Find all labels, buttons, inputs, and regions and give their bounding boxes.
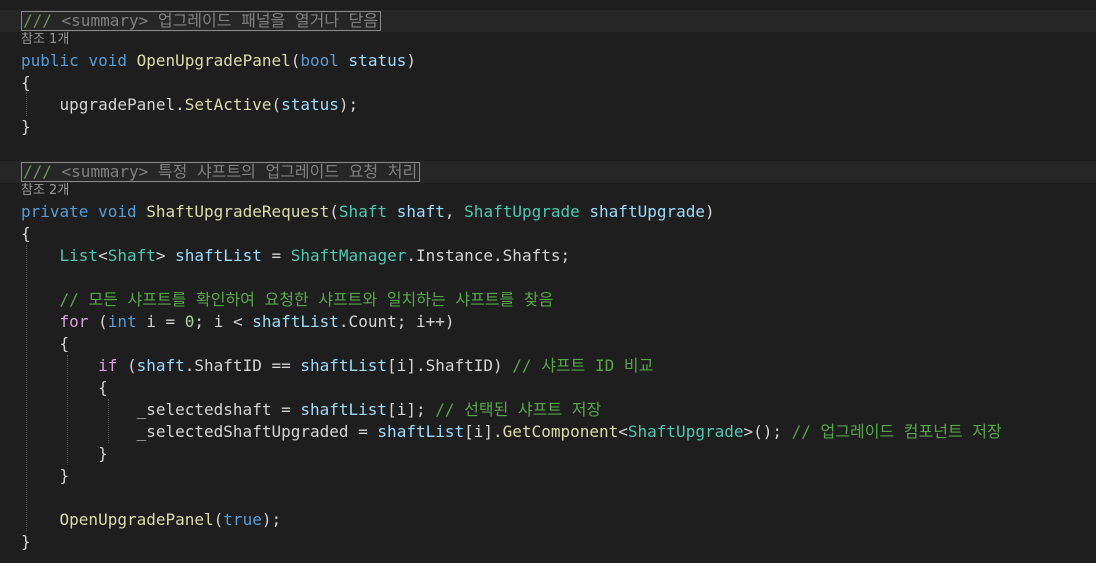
code-comment: // 모든 샤프트를 확인하여 요청한 샤프트와 일치하는 샤프트를 찾음 (59, 290, 554, 309)
code-line: List<Shaft> shaftList = ShaftManager.Ins… (21, 245, 571, 267)
method-call: OpenUpgradePanel (59, 510, 214, 529)
code-line: upgradePanel.SetActive(status); (21, 94, 359, 116)
brace-close: } (21, 465, 70, 487)
variable: shaftList (300, 400, 388, 419)
summary-text: <summary> 업그레이드 패널을 열거나 닫음 (51, 11, 379, 30)
references-codelens[interactable]: 참조 2개 (21, 183, 69, 199)
code-text: ; i < (194, 312, 253, 331)
code-comment: // 샤프트 ID 비교 (512, 356, 654, 375)
brace-close: } (21, 532, 31, 551)
code-editor[interactable]: /// <summary> 업그레이드 패널을 열거나 닫음 참조 1개 pub… (0, 0, 1096, 563)
variable: shaftList (252, 312, 339, 331)
code-text: _selectedshaft = (136, 400, 301, 419)
keyword: true (223, 510, 262, 529)
punct: = (261, 246, 291, 265)
code-comment: // 선택된 샤프트 저장 (435, 400, 602, 419)
object-ref: upgradePanel. (59, 95, 185, 114)
collapsed-summary-comment[interactable]: /// <summary> 업그레이드 패널을 열거나 닫음 (21, 11, 382, 31)
code-line: OpenUpgradePanel(true); (21, 509, 282, 531)
code-comment: // 업그레이드 컴포넌트 저장 (791, 422, 1002, 441)
keyword: void (98, 202, 137, 221)
punct: > (155, 246, 176, 265)
brace: { (98, 378, 108, 397)
brace: { (59, 334, 70, 353)
method-signature: public void OpenUpgradePanel(bool status… (21, 50, 416, 72)
punct: >(); (743, 422, 792, 441)
brace: } (59, 466, 70, 485)
method-signature: private void ShaftUpgradeRequest(Shaft s… (21, 201, 715, 223)
brace-close: } (21, 117, 31, 136)
method-call: SetActive (184, 95, 272, 114)
code-line: for (int i = 0; i < shaftList.Count; i++… (21, 311, 455, 333)
punct: ( (290, 51, 301, 70)
punct: ); (261, 510, 282, 529)
punct: ( (271, 95, 282, 114)
variable: shaftList (175, 246, 262, 265)
number-literal: 0 (184, 312, 195, 331)
brace-close: } (21, 443, 108, 465)
code-line: _selectedShaftUpgraded = shaftList[i].Ge… (21, 421, 1002, 443)
punct: < (98, 246, 108, 265)
method-call: GetComponent (502, 422, 619, 441)
keyword: public (21, 51, 79, 70)
punct: < (618, 422, 628, 441)
variable: shaftList (300, 356, 388, 375)
comment-slashes: /// (23, 11, 52, 30)
variable: shaftList (377, 422, 465, 441)
brace-open: { (21, 333, 70, 355)
code-text: .ShaftID == (184, 356, 301, 375)
punct: ( (117, 356, 137, 375)
type-name: ShaftManager (290, 246, 407, 265)
punct: ); (338, 95, 359, 114)
punct: ( (213, 510, 224, 529)
argument: status (281, 95, 339, 114)
keyword: void (88, 51, 127, 70)
punct: ( (329, 202, 339, 221)
brace-open: { (21, 377, 108, 399)
param-name: shaftUpgrade (589, 202, 705, 221)
method-name: ShaftUpgradeRequest (146, 202, 330, 221)
brace-open: { (21, 73, 31, 92)
param-type: ShaftUpgrade (464, 202, 580, 221)
brace: } (98, 444, 108, 463)
punct: , (444, 202, 465, 221)
type-name: List (59, 246, 99, 265)
keyword: int (107, 312, 137, 331)
summary-text: <summary> 특정 샤프트의 업그레이드 요청 처리 (51, 162, 418, 181)
indent-guide (67, 355, 68, 465)
param-type: bool (300, 51, 339, 70)
indent-guide (26, 92, 27, 116)
punct: ( (88, 312, 108, 331)
param-type: Shaft (338, 202, 388, 221)
punct: ) (406, 51, 416, 70)
collapsed-summary-comment[interactable]: /// <summary> 특정 샤프트의 업그레이드 요청 처리 (21, 162, 421, 182)
comment-slashes: /// (23, 162, 52, 181)
code-line: if (shaft.ShaftID == shaftList[i].ShaftI… (21, 355, 653, 377)
code-line: // 모든 샤프트를 확인하여 요청한 샤프트와 일치하는 샤프트를 찾음 (21, 289, 554, 311)
code-text: i = (136, 312, 185, 331)
keyword: if (98, 356, 118, 375)
code-text: [i]; (387, 400, 436, 419)
param-name: shaft (396, 202, 445, 221)
indent-guide (26, 245, 27, 531)
method-name: OpenUpgradePanel (136, 51, 291, 70)
references-codelens[interactable]: 참조 1개 (21, 32, 69, 48)
keyword: for (59, 312, 89, 331)
type-name: ShaftUpgrade (627, 422, 744, 441)
punct: ) (705, 202, 715, 221)
type-name: Shaft (107, 246, 156, 265)
param-name: status (348, 51, 407, 70)
member-access: .Instance.Shafts; (406, 246, 571, 265)
code-text: [i]. (464, 422, 503, 441)
code-text: _selectedShaftUpgraded = (136, 422, 378, 441)
indent-guide (108, 399, 109, 443)
variable: shaft (136, 356, 185, 375)
brace-open: { (21, 224, 31, 243)
code-text: .Count; i++) (338, 312, 455, 331)
keyword: private (21, 202, 89, 221)
code-text: [i].ShaftID) (387, 356, 513, 375)
